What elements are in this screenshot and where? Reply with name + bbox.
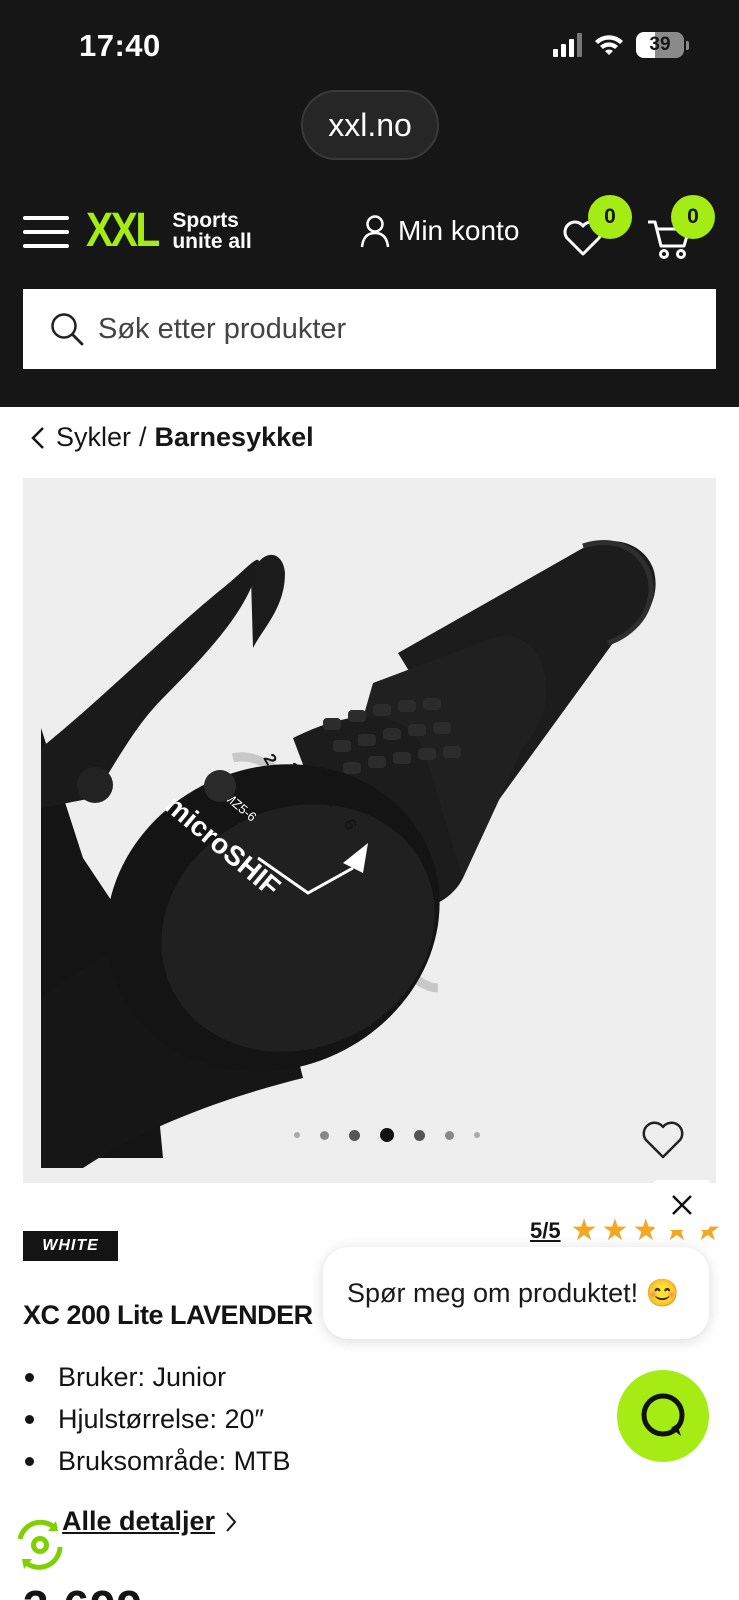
star-icon: ★ bbox=[570, 1214, 598, 1247]
status-time: 17:40 bbox=[79, 28, 161, 63]
star-icon: ★ bbox=[601, 1214, 629, 1247]
spec-item: Hjulstørrelse: 20″ bbox=[23, 1398, 291, 1440]
user-icon bbox=[360, 215, 390, 248]
carousel-dot-active[interactable] bbox=[380, 1128, 394, 1142]
wifi-icon bbox=[595, 35, 623, 55]
carousel-dot[interactable] bbox=[320, 1130, 329, 1140]
carousel-dot[interactable] bbox=[414, 1129, 425, 1141]
site-header: 17:40 39 xxl.no XXL Sports unite all Min… bbox=[0, 0, 739, 407]
carousel-dot[interactable] bbox=[474, 1132, 480, 1138]
account-link[interactable]: Min konto bbox=[360, 214, 519, 248]
battery-tip bbox=[686, 40, 689, 50]
carousel-dots bbox=[284, 1128, 490, 1142]
battery-percent: 39 bbox=[649, 34, 671, 55]
search-bar[interactable]: Søk etter produkter bbox=[23, 289, 716, 369]
breadcrumb-current: Barnesykkel bbox=[154, 422, 314, 452]
product-title: XC 200 Lite LAVENDER bbox=[23, 1300, 313, 1330]
product-price: 3 699 bbox=[23, 1580, 143, 1600]
chat-prompt-bubble[interactable]: Spør meg om produktet! 😊 bbox=[323, 1247, 709, 1339]
rating-score: 5/5 bbox=[530, 1218, 561, 1243]
logo-tagline: Sports unite all bbox=[172, 210, 251, 252]
menu-icon[interactable] bbox=[23, 216, 69, 248]
search-input[interactable]: Søk etter produkter bbox=[98, 313, 346, 346]
breadcrumb-separator: / bbox=[139, 422, 147, 452]
cart-count-badge: 0 bbox=[671, 195, 715, 239]
sustainability-badge-icon[interactable] bbox=[12, 1517, 68, 1573]
favorite-heart-icon[interactable] bbox=[640, 1119, 686, 1161]
brand-logo[interactable]: WHITE bbox=[23, 1231, 118, 1261]
cellular-signal-icon bbox=[553, 33, 582, 57]
carousel-dot[interactable] bbox=[349, 1129, 360, 1141]
carousel-dot[interactable] bbox=[294, 1132, 300, 1138]
status-icons: 39 bbox=[553, 32, 689, 58]
tagline-line-2: unite all bbox=[172, 230, 252, 253]
chat-bubble-icon bbox=[641, 1393, 685, 1437]
logo-wordmark: XXL bbox=[86, 204, 160, 257]
spec-item: Bruker: Junior bbox=[23, 1356, 291, 1398]
tagline-line-1: Sports bbox=[172, 209, 239, 232]
product-image[interactable]: microSHIF MZ5-6 2 3 4 5 6 bbox=[23, 478, 716, 1183]
details-label: Alle detaljer bbox=[62, 1506, 216, 1536]
close-chat-prompt-button[interactable] bbox=[654, 1180, 710, 1230]
account-label: Min konto bbox=[398, 215, 520, 246]
close-icon bbox=[672, 1195, 692, 1215]
url-bar[interactable]: xxl.no bbox=[301, 90, 439, 160]
chat-button[interactable] bbox=[617, 1370, 709, 1462]
spec-item: Bruksområde: MTB bbox=[23, 1440, 291, 1482]
breadcrumb-parent[interactable]: Sykler bbox=[56, 422, 131, 453]
battery-icon: 39 bbox=[636, 32, 684, 58]
carousel-dot[interactable] bbox=[445, 1130, 454, 1140]
breadcrumb: Sykler / Barnesykkel bbox=[30, 422, 314, 453]
all-details-link[interactable]: Alle detaljer bbox=[62, 1506, 237, 1537]
chevron-right-icon bbox=[226, 1511, 237, 1532]
product-photo-shifter: microSHIF MZ5-6 2 3 4 5 6 bbox=[23, 478, 716, 1183]
search-icon bbox=[51, 313, 84, 346]
product-specs: Bruker: Junior Hjulstørrelse: 20″ Brukso… bbox=[23, 1356, 291, 1482]
site-logo[interactable]: XXL Sports unite all bbox=[86, 207, 252, 255]
chevron-left-icon[interactable] bbox=[30, 425, 46, 451]
wishlist-count-badge: 0 bbox=[588, 195, 632, 239]
